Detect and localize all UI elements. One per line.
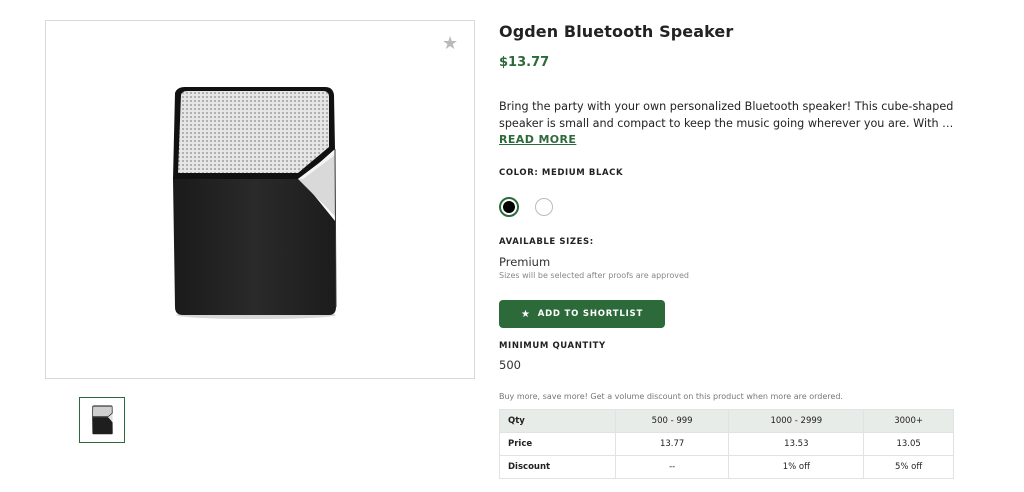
description-line: Bring the party with your own personaliz… (499, 100, 954, 113)
product-thumbnail[interactable] (79, 397, 125, 443)
description-line: speaker is small and compact to keep the… (499, 117, 954, 130)
star-icon: ★ (520, 308, 531, 320)
product-price: $13.77 (499, 55, 550, 70)
color-swatch-white[interactable] (535, 198, 553, 216)
table-cell: 13.53 (728, 432, 865, 456)
minimum-quantity-label: MINIMUM QUANTITY (499, 341, 606, 351)
pricing-table-header-row: Qty 500 - 999 1000 - 2999 3000+ (499, 409, 954, 433)
product-title: Ogden Bluetooth Speaker (499, 22, 734, 41)
available-sizes-label: AVAILABLE SIZES: (499, 237, 594, 247)
add-to-shortlist-button[interactable]: ★ ADD TO SHORTLIST (499, 300, 665, 328)
color-swatch-medium-black[interactable] (499, 197, 519, 217)
table-cell: 1% off (728, 455, 865, 479)
speaker-thumbnail-image (92, 405, 113, 435)
size-note: Sizes will be selected after proofs are … (499, 271, 689, 280)
speaker-product-photo (173, 87, 337, 319)
table-cell: 5% off (863, 455, 954, 479)
product-description: Bring the party with your own personaliz… (499, 98, 954, 132)
minimum-quantity-value: 500 (499, 358, 521, 372)
table-header-cell: 3000+ (863, 409, 954, 433)
color-label: COLOR: MEDIUM BLACK (499, 168, 624, 178)
table-cell: 13.77 (614, 432, 730, 456)
table-row: Price 13.77 13.53 13.05 (499, 432, 954, 456)
add-to-shortlist-label: ADD TO SHORTLIST (537, 309, 644, 319)
table-header-cell: 500 - 999 (614, 409, 730, 433)
pricing-table: Qty 500 - 999 1000 - 2999 3000+ Price 13… (499, 409, 954, 479)
table-row: Discount -- 1% off 5% off (499, 455, 954, 479)
read-more-link[interactable]: READ MORE (499, 133, 576, 146)
table-cell: Discount (499, 455, 616, 479)
table-header-cell: Qty (499, 409, 616, 433)
size-value: Premium (499, 255, 551, 269)
favorite-star-icon[interactable]: ★ (442, 35, 460, 53)
table-cell: Price (499, 432, 616, 456)
table-cell: -- (614, 455, 730, 479)
table-cell: 13.05 (863, 432, 954, 456)
product-main-image[interactable]: ★ (45, 20, 475, 379)
table-header-cell: 1000 - 2999 (728, 409, 865, 433)
volume-discount-note: Buy more, save more! Get a volume discou… (499, 392, 843, 401)
